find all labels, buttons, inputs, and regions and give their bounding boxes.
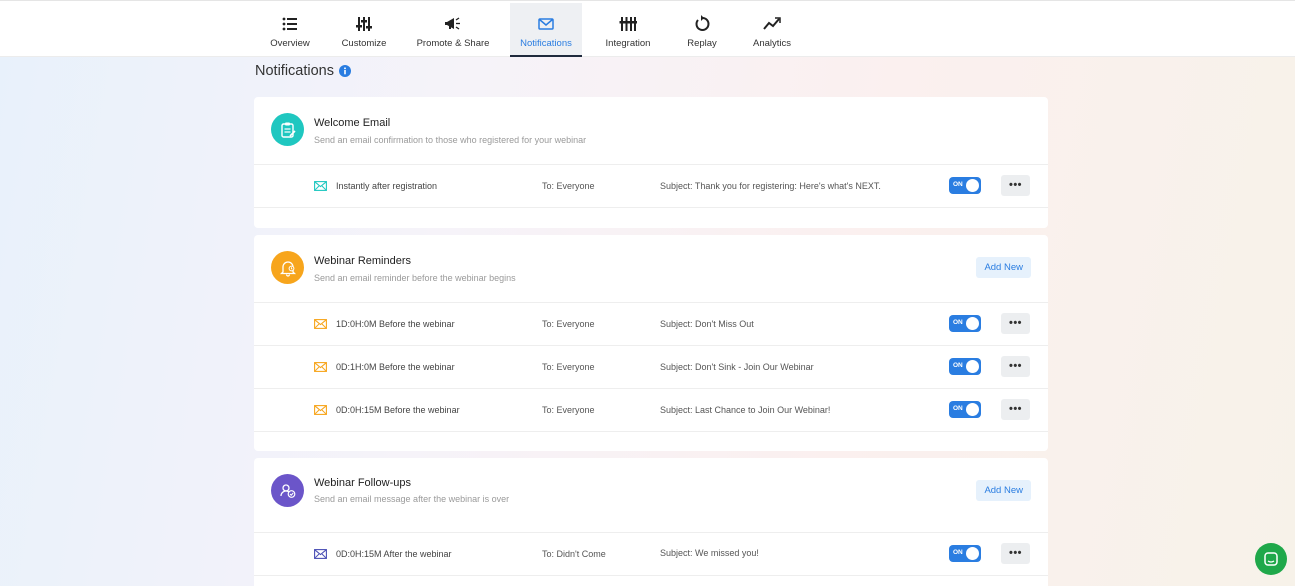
recipients: To: Everyone: [542, 319, 595, 329]
tab-label: Overview: [270, 38, 310, 49]
more-options-button[interactable]: •••: [1001, 175, 1030, 196]
page-title: Notifications: [255, 63, 351, 79]
trigger-time: 0D:1H:0M Before the webinar: [336, 362, 455, 372]
card-title: Webinar Reminders: [314, 255, 412, 267]
card-icon-circle: [271, 251, 304, 284]
card-header: Welcome Email Send an email confirmation…: [254, 97, 1048, 165]
enable-toggle[interactable]: ON: [949, 401, 981, 418]
card-title: Webinar Follow-ups: [314, 477, 412, 489]
trigger-time: 0D:0H:15M After the webinar: [336, 549, 452, 559]
card-icon-circle: [271, 113, 304, 146]
email-subject: Subject: We missed you!: [660, 548, 759, 558]
page-title-text: Notifications: [255, 63, 334, 79]
more-options-button[interactable]: •••: [1001, 313, 1030, 334]
notification-row: 0D:0H:15M Before the webinar To: Everyon…: [254, 389, 1048, 432]
toggle-label: ON: [953, 319, 963, 326]
card-header: Webinar Reminders Send an email reminder…: [254, 235, 1048, 303]
tab-label: Integration: [605, 38, 651, 49]
enable-toggle[interactable]: ON: [949, 315, 981, 332]
tab-label: Promote & Share: [416, 38, 490, 49]
toggle-knob: [966, 179, 979, 192]
add-new-reminder-button[interactable]: Add New: [976, 257, 1031, 278]
tab-integration[interactable]: Integration: [592, 3, 664, 57]
email-subject: Subject: Don't Sink - Join Our Webinar: [660, 362, 814, 372]
more-options-button[interactable]: •••: [1001, 399, 1030, 420]
email-subject: Subject: Last Chance to Join Our Webinar…: [660, 405, 831, 415]
chat-launcher-button[interactable]: [1255, 543, 1287, 575]
toggle-label: ON: [953, 362, 963, 369]
toggle-knob: [966, 547, 979, 560]
replay-icon: [695, 15, 710, 31]
recipients: To: Everyone: [542, 362, 595, 372]
card-header: Webinar Follow-ups Send an email message…: [254, 458, 1048, 533]
integration-icon: [619, 17, 637, 31]
info-icon[interactable]: [338, 65, 351, 77]
mail-icon: [314, 181, 327, 191]
list-icon: [282, 17, 297, 31]
toggle-label: ON: [953, 549, 963, 556]
email-subject: Subject: Thank you for registering: Here…: [660, 181, 881, 191]
tab-promote-share[interactable]: Promote & Share: [414, 3, 492, 57]
tab-replay[interactable]: Replay: [666, 3, 738, 57]
envelope-icon: [538, 18, 554, 30]
toggle-label: ON: [953, 405, 963, 412]
analytics-icon: [763, 17, 781, 30]
webinar-follow-ups-card: Webinar Follow-ups Send an email message…: [254, 458, 1048, 586]
trigger-time: Instantly after registration: [336, 181, 438, 191]
toggle-knob: [966, 317, 979, 330]
tab-label: Customize: [341, 38, 387, 49]
webinar-reminders-card: Webinar Reminders Send an email reminder…: [254, 235, 1048, 451]
mail-icon: [314, 405, 327, 415]
tab-label: Analytics: [752, 38, 791, 49]
enable-toggle[interactable]: ON: [949, 545, 981, 562]
more-options-button[interactable]: •••: [1001, 543, 1030, 564]
add-new-follow-up-button[interactable]: Add New: [976, 480, 1031, 501]
mail-icon: [314, 549, 327, 559]
chat-icon: [1264, 552, 1278, 566]
toggle-knob: [966, 403, 979, 416]
notification-row: 0D:0H:15M After the webinar To: Didn't C…: [254, 533, 1048, 576]
tab-label: Replay: [687, 38, 717, 49]
toggle-label: ON: [953, 181, 963, 188]
card-icon-circle: [271, 474, 304, 507]
card-subtitle: Send an email reminder before the webina…: [314, 273, 516, 283]
recipients: To: Didn't Come: [542, 549, 606, 559]
tab-customize[interactable]: Customize: [328, 3, 400, 57]
tab-analytics[interactable]: Analytics: [736, 3, 808, 57]
clipboard-icon: [280, 122, 296, 138]
card-subtitle: Send an email message after the webinar …: [314, 494, 510, 504]
card-subtitle: Send an email confirmation to those who …: [314, 135, 587, 145]
top-nav: Overview Customize Promote & Share Notif…: [0, 0, 1295, 57]
bell-icon: [279, 260, 296, 277]
mail-icon: [314, 319, 327, 329]
recipients: To: Everyone: [542, 405, 595, 415]
more-options-button[interactable]: •••: [1001, 356, 1030, 377]
card-title: Welcome Email: [314, 117, 391, 129]
trigger-time: 1D:0H:0M Before the webinar: [336, 319, 455, 329]
notification-row: Instantly after registration To: Everyon…: [254, 165, 1048, 208]
recipients: To: Everyone: [542, 181, 595, 191]
welcome-email-card: Welcome Email Send an email confirmation…: [254, 97, 1048, 228]
megaphone-icon: [445, 17, 460, 30]
email-subject: Subject: Don't Miss Out: [660, 319, 754, 329]
notification-row: 0D:1H:0M Before the webinar To: Everyone…: [254, 346, 1048, 389]
tab-overview[interactable]: Overview: [254, 3, 326, 57]
follow-up-icon: [279, 483, 295, 498]
enable-toggle[interactable]: ON: [949, 358, 981, 375]
toggle-knob: [966, 360, 979, 373]
tab-notifications[interactable]: Notifications: [510, 3, 582, 57]
mail-icon: [314, 362, 327, 372]
notification-row: 1D:0H:0M Before the webinar To: Everyone…: [254, 303, 1048, 346]
tab-label: Notifications: [520, 38, 572, 49]
sliders-icon: [356, 17, 372, 31]
trigger-time: 0D:0H:15M Before the webinar: [336, 405, 460, 415]
enable-toggle[interactable]: ON: [949, 177, 981, 194]
